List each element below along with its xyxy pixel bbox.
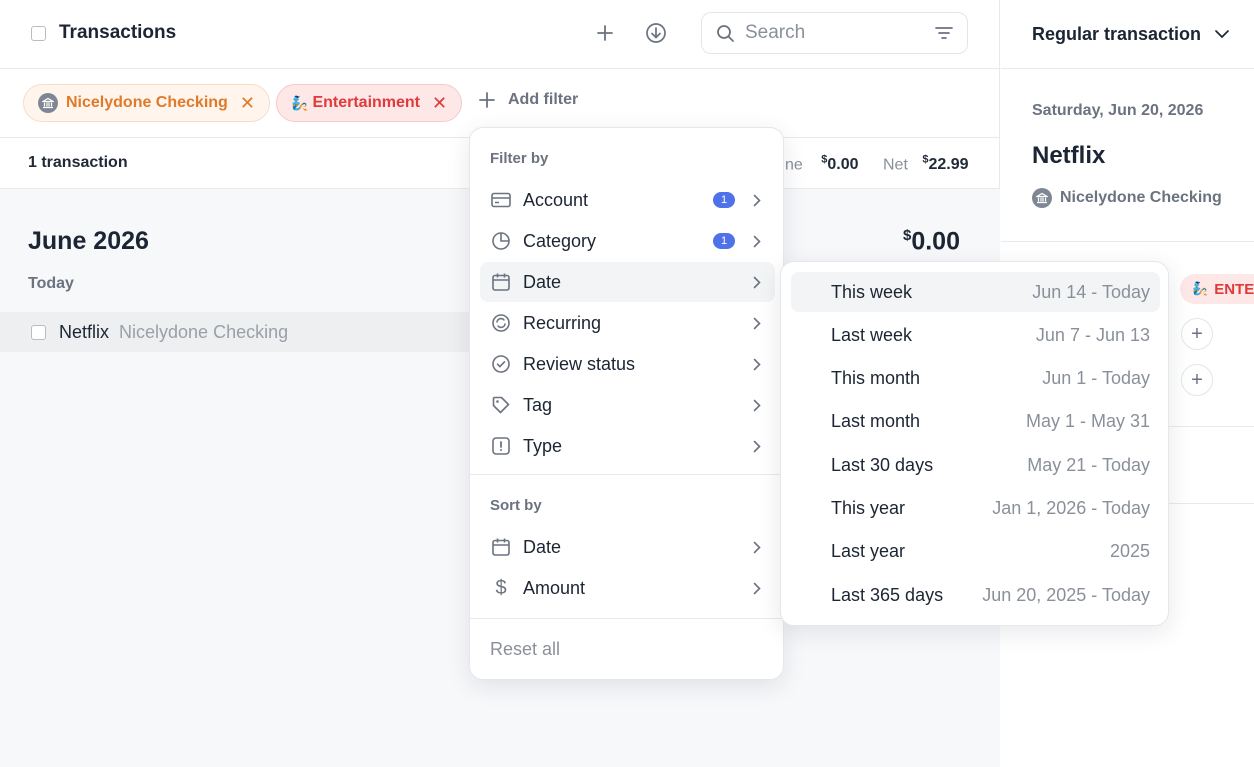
chevron-right-icon xyxy=(753,317,761,329)
detail-date: Saturday, Jun 20, 2026 xyxy=(1032,102,1204,119)
calendar-icon xyxy=(490,271,512,293)
row-checkbox[interactable] xyxy=(31,324,46,340)
menu-item-category[interactable]: Category 1 xyxy=(480,221,775,261)
chevron-right-icon xyxy=(753,194,761,206)
page-title: Transactions xyxy=(59,22,177,43)
tag-icon xyxy=(490,394,512,416)
calendar-icon xyxy=(490,536,512,558)
filter-chip-label: Entertainment xyxy=(312,94,421,111)
sort-item-date[interactable]: Date xyxy=(480,527,775,567)
add-transaction-button[interactable] xyxy=(592,20,618,46)
select-all-checkbox[interactable] xyxy=(31,26,46,41)
month-heading: June 2026 xyxy=(28,227,149,255)
filter-chip-account[interactable]: Nicelydone Checking ✕ xyxy=(23,84,270,122)
filter-menu: Filter by Account 1 Category 1 Date Recu… xyxy=(469,127,784,680)
date-option[interactable]: Last week Jun 7 - Jun 13 xyxy=(791,315,1160,355)
detail-merchant: Netflix xyxy=(1032,142,1106,169)
plus-icon: + xyxy=(1191,322,1203,345)
close-icon[interactable]: ✕ xyxy=(432,93,447,114)
transaction-count: 1 transaction xyxy=(28,154,128,171)
bank-icon xyxy=(38,93,58,113)
date-filter-submenu: This week Jun 14 - Today Last week Jun 7 -… xyxy=(780,261,1169,626)
filter-chip-label: Nicelydone Checking xyxy=(66,94,228,111)
row-merchant: Netflix xyxy=(59,321,110,342)
add-filter-label: Add filter xyxy=(508,91,579,108)
chevron-right-icon xyxy=(753,541,761,553)
count-badge: 1 xyxy=(713,192,735,208)
chevron-right-icon xyxy=(753,276,761,288)
genie-emoji-icon: 🧞 xyxy=(291,94,309,111)
reset-all-button[interactable]: Reset all xyxy=(490,639,560,660)
count-badge: 1 xyxy=(713,233,735,249)
row-account: Nicelydone Checking xyxy=(119,321,289,342)
menu-item-tag[interactable]: Tag xyxy=(480,385,775,425)
plus-icon xyxy=(479,92,495,108)
date-option[interactable]: This year Jan 1, 2026 - Today xyxy=(791,488,1160,528)
filter-by-heading: Filter by xyxy=(490,150,549,167)
chevron-right-icon xyxy=(753,399,761,411)
menu-item-type[interactable]: Type xyxy=(480,426,775,466)
transactions-header: Transactions Search xyxy=(0,0,1000,69)
type-icon xyxy=(490,435,512,457)
search-input[interactable]: Search xyxy=(745,22,935,44)
plus-icon xyxy=(597,25,613,41)
credit-card-icon xyxy=(490,189,512,211)
recurring-icon xyxy=(490,312,512,334)
date-option[interactable]: This week Jun 14 - Today xyxy=(791,272,1160,312)
chevron-right-icon xyxy=(753,235,761,247)
menu-item-review-status[interactable]: Review status xyxy=(480,344,775,384)
divider xyxy=(470,618,783,619)
pie-chart-icon xyxy=(490,230,512,252)
filter-lines-icon[interactable] xyxy=(935,26,953,40)
add-note-button[interactable]: + xyxy=(1181,364,1213,396)
bank-icon xyxy=(1032,188,1052,208)
date-option[interactable]: Last 30 days May 21 - Today xyxy=(791,445,1160,485)
search-box[interactable]: Search xyxy=(701,12,968,54)
detail-category-chip[interactable]: 🧞 ENTE xyxy=(1180,274,1254,304)
date-group-label: Today xyxy=(28,275,74,292)
detail-account: Nicelydone Checking xyxy=(1032,188,1222,208)
income-stat: ne $0.00 xyxy=(785,154,859,174)
menu-item-account[interactable]: Account 1 xyxy=(480,180,775,220)
search-icon xyxy=(717,24,734,42)
plus-icon: + xyxy=(1191,368,1203,391)
transaction-type-label: Regular transaction xyxy=(1032,23,1202,44)
chevron-right-icon xyxy=(753,440,761,452)
date-option[interactable]: Last year 2025 xyxy=(791,531,1160,571)
dollar-icon: $ xyxy=(495,576,507,599)
chevron-right-icon xyxy=(753,582,761,594)
menu-item-date[interactable]: Date xyxy=(480,262,775,302)
transaction-type-select[interactable]: Regular transaction xyxy=(1001,0,1254,69)
download-circle-icon xyxy=(646,23,666,43)
chevron-down-icon xyxy=(1215,29,1229,38)
download-button[interactable] xyxy=(643,20,669,46)
date-option[interactable]: Last 365 days Jun 20, 2025 - Today xyxy=(791,575,1160,615)
add-filter-button[interactable]: Add filter xyxy=(478,91,578,109)
divider xyxy=(470,474,783,475)
close-icon[interactable]: ✕ xyxy=(240,93,255,114)
genie-emoji-icon: 🧞 xyxy=(1192,281,1209,296)
divider xyxy=(1001,241,1254,242)
filter-chip-category[interactable]: 🧞 Entertainment ✕ xyxy=(276,84,463,122)
menu-item-recurring[interactable]: Recurring xyxy=(480,303,775,343)
check-circle-icon xyxy=(490,353,512,375)
month-total: $0.00 xyxy=(902,227,960,256)
sort-item-amount[interactable]: $ Amount xyxy=(480,568,775,608)
chevron-right-icon xyxy=(753,358,761,370)
net-stat: Net $22.99 xyxy=(883,154,969,174)
date-option[interactable]: This month Jun 1 - Today xyxy=(791,358,1160,398)
date-option[interactable]: Last month May 1 - May 31 xyxy=(791,401,1160,441)
sort-by-heading: Sort by xyxy=(490,497,542,514)
add-tag-button[interactable]: + xyxy=(1181,318,1213,350)
